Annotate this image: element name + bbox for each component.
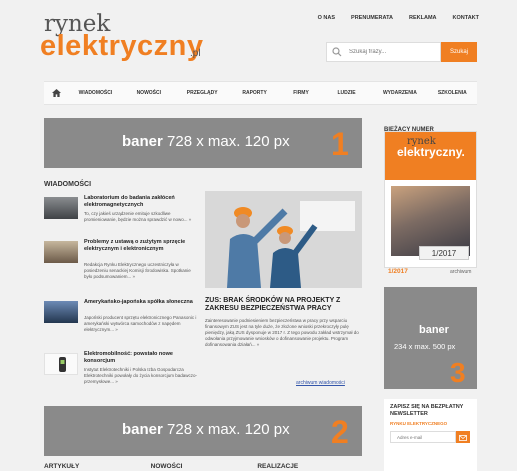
envelope-icon — [459, 435, 467, 441]
issue-number: 1/2017 — [388, 268, 408, 275]
top-link-kontakt[interactable]: KONTAKT — [453, 15, 479, 21]
featured-desc: Zainteresowanie podniesieniem bezpieczeń… — [205, 318, 359, 348]
newsletter-heading: ZAPISZ SIĘ NA BEZPŁATNY NEWSLETTER — [390, 404, 464, 418]
nav-item-firmy[interactable]: FIRMY — [281, 90, 321, 96]
tab-nowosci[interactable]: NOWOŚCI — [151, 463, 258, 470]
workers-photo — [205, 191, 362, 288]
search-icon — [332, 47, 342, 57]
cover-issue-number: 1/2017 — [419, 246, 469, 260]
banner-side-size: 234 x max. 500 px — [394, 342, 456, 351]
news-title[interactable]: Amerykańsko-japońska spółka słoneczna — [84, 299, 199, 306]
tab-realizacje[interactable]: REALIZACJE — [257, 463, 364, 470]
banner-side[interactable]: baner 234 x max. 500 px 3 — [384, 287, 477, 389]
logo-line-2: elektryczny — [40, 30, 204, 62]
nav-item-wiadomosci[interactable]: WIADOMOŚCI — [70, 90, 121, 96]
cover-title-2: elektryczny. — [397, 145, 465, 159]
banner-side-word: baner — [419, 324, 449, 336]
top-links: O NAS PRENUMERATA REKLAMA KONTAKT — [318, 15, 479, 21]
banner-top[interactable]: baner 728 x max. 120 px 1 — [44, 118, 362, 168]
news-desc: Instytut Elektrotechniki i Polska Izba G… — [84, 367, 198, 384]
nav-item-raporty[interactable]: RAPORTY — [228, 90, 281, 96]
news-thumbnail — [44, 197, 78, 219]
featured-title[interactable]: ZUS: BRAK ŚRODKÓW NA PROJEKTY Z ZAKRESU … — [205, 297, 362, 314]
news-desc: To, czy jakieś urządzenie emituje szkodl… — [84, 211, 192, 222]
news-title[interactable]: Laboratorium do badania zakłóceń elektro… — [84, 195, 199, 209]
site-logo[interactable]: rynek elektryczny .pl — [40, 11, 203, 71]
newsletter-subheading: RYNKU ELEKTRYCZNEGO — [390, 421, 448, 426]
nav-item-przeglady[interactable]: PRZEGLĄDY — [176, 90, 227, 96]
main-nav: WIADOMOŚCI NOWOŚCI PRZEGLĄDY RAPORTY FIR… — [44, 81, 477, 105]
news-section-title: WIADOMOŚCI — [44, 181, 92, 188]
search-button[interactable]: Szukaj — [441, 42, 477, 62]
nav-item-szkolenia[interactable]: SZKOLENIA — [428, 90, 477, 96]
archive-link[interactable]: archiwum — [450, 269, 471, 275]
top-link-o-nas[interactable]: O NAS — [318, 15, 335, 21]
banner-top-text: baner 728 x max. 120 px — [122, 133, 290, 150]
tab-artykuly[interactable]: ARTYKUŁY — [44, 463, 151, 470]
banner-middle-text: baner 728 x max. 120 px — [122, 421, 290, 438]
news-thumbnail — [44, 241, 78, 263]
news-title[interactable]: Elektromobilność: powstało nowe konsorcj… — [84, 351, 199, 365]
search-input[interactable] — [349, 46, 437, 58]
newsletter-box: ZAPISZ SIĘ NA BEZPŁATNY NEWSLETTER RYNKU… — [384, 399, 477, 471]
page: rynek elektryczny .pl O NAS PRENUMERATA … — [0, 0, 517, 471]
news-item[interactable]: Laboratorium do badania zakłóceń elektro… — [44, 195, 199, 237]
top-link-prenumerata[interactable]: PRENUMERATA — [351, 15, 393, 21]
email-field[interactable] — [390, 431, 456, 443]
top-link-reklama[interactable]: REKLAMA — [409, 15, 437, 21]
nav-item-nowosci[interactable]: NOWOŚCI — [121, 90, 176, 96]
bottom-tabs: ARTYKUŁY NOWOŚCI REALIZACJE — [44, 463, 364, 470]
news-item[interactable]: Elektromobilność: powstało nowe konsorcj… — [44, 351, 199, 399]
featured-image[interactable] — [205, 191, 362, 288]
nav-item-ludzie[interactable]: LUDZIE — [321, 90, 372, 96]
nav-item-wydarzenia[interactable]: WYDARZENIA — [372, 90, 427, 96]
banner-middle-number: 2 — [331, 414, 349, 450]
ev-charger-icon — [59, 357, 66, 372]
news-thumbnail — [44, 301, 78, 323]
search-box — [326, 42, 441, 62]
banner-middle[interactable]: baner 728 x max. 120 px 2 — [44, 406, 362, 456]
news-item[interactable]: Problemy z ustawą o zużytym sprzęcie ele… — [44, 239, 199, 295]
news-thumbnail — [44, 353, 78, 375]
logo-tld: .pl — [190, 48, 201, 59]
banner-top-number: 1 — [331, 126, 349, 162]
news-desc: Redakcja Rynku Elektrycznego uczestniczy… — [84, 262, 191, 279]
newsletter-submit-button[interactable] — [456, 431, 470, 443]
news-desc: Japoński producent sprzętu elektroniczne… — [84, 315, 197, 332]
home-icon[interactable] — [44, 89, 70, 97]
banner-side-number: 3 — [450, 357, 466, 388]
magazine-cover[interactable]: rynek elektryczny. 1/2017 — [384, 131, 477, 268]
news-archive-link[interactable]: archiwum wiadomości — [296, 380, 345, 386]
news-title[interactable]: Problemy z ustawą o zużytym sprzęcie ele… — [84, 239, 199, 253]
news-item[interactable]: Amerykańsko-japońska spółka słoneczna Ja… — [44, 299, 199, 347]
